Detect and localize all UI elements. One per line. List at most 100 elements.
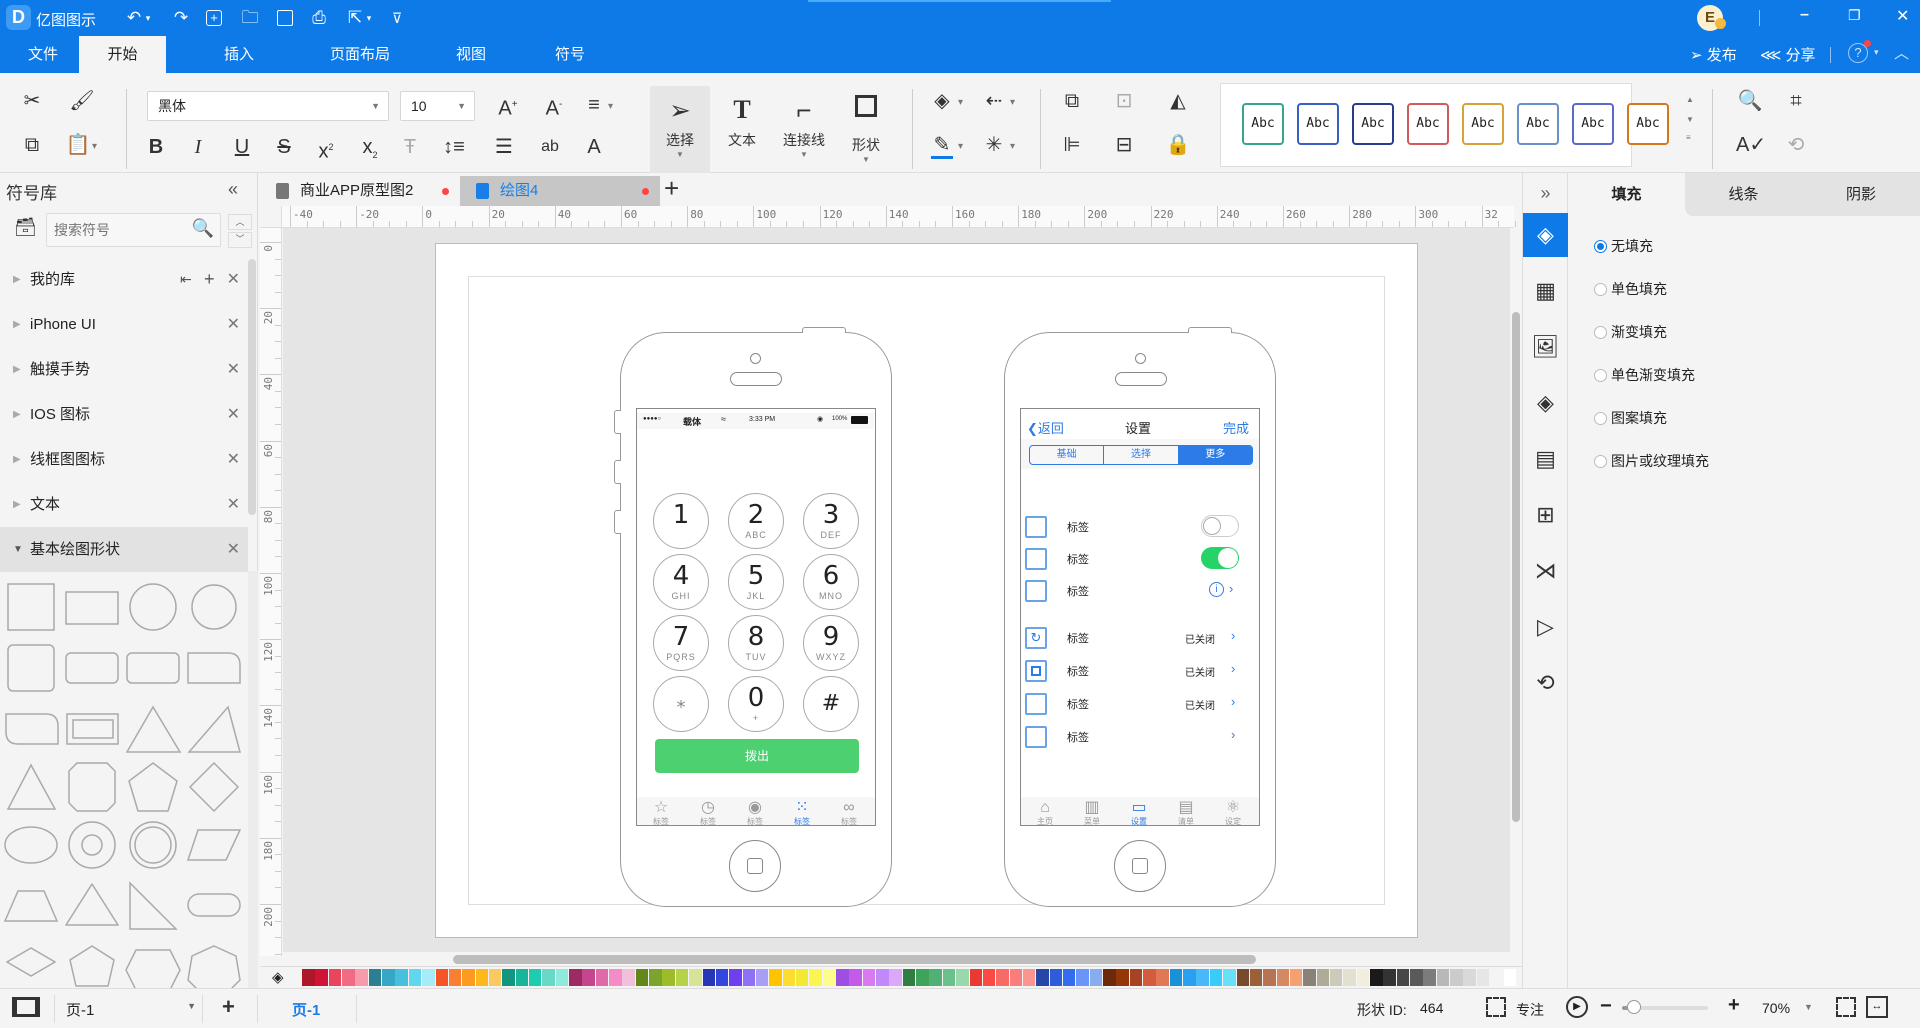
color-swatch[interactable] (1263, 969, 1276, 986)
color-swatch[interactable] (1049, 969, 1063, 986)
radio-button[interactable] (1594, 240, 1607, 253)
keypad-key[interactable]: * (653, 676, 709, 732)
color-swatch[interactable] (1329, 969, 1343, 986)
shape-tool[interactable]: 形状 ▼ (836, 86, 896, 176)
close-library-icon[interactable]: ✕ (227, 392, 240, 437)
collapse-ribbon-icon[interactable]: ︿ (1894, 42, 1909, 63)
color-swatch[interactable] (1143, 969, 1156, 986)
align-icon[interactable]: ≡ (580, 91, 608, 119)
text-case-icon[interactable]: ab (536, 133, 564, 161)
toggle-on[interactable] (1201, 547, 1239, 569)
color-swatch[interactable] (569, 969, 582, 986)
checkbox-icon[interactable] (1025, 726, 1047, 748)
flip-icon[interactable]: ◭ (1164, 87, 1192, 115)
library-menu-icon[interactable]: 🗃 (14, 217, 37, 238)
tab-fill[interactable]: 填充 (1568, 173, 1685, 216)
increase-font-icon[interactable]: A+ (494, 91, 522, 120)
fill-option[interactable]: 渐变填充 (1594, 322, 1667, 342)
effects-icon[interactable]: ✳ (980, 131, 1008, 159)
align-dropdown-icon[interactable]: ▾ (608, 101, 613, 112)
color-swatch[interactable] (702, 969, 715, 986)
shape-thumbnail[interactable] (3, 890, 59, 922)
toggle-off[interactable] (1201, 515, 1239, 537)
phone-tab-item[interactable]: ⁙ 标签 (782, 799, 822, 825)
font-size-select[interactable]: 10 ▼ (400, 91, 475, 121)
color-swatch[interactable] (622, 969, 635, 986)
shape-thumbnail[interactable] (68, 821, 116, 869)
color-swatch[interactable] (462, 969, 475, 986)
color-swatch[interactable] (1303, 969, 1316, 986)
fill-dropdown-icon[interactable]: ▾ (958, 97, 963, 108)
print-icon[interactable]: ⎙ (308, 7, 330, 29)
shape-thumbnail[interactable] (129, 583, 177, 631)
shape-thumbnail[interactable] (129, 821, 177, 869)
color-swatch[interactable] (1383, 969, 1396, 986)
shape-thumbnail[interactable] (126, 652, 180, 684)
color-swatch[interactable] (528, 969, 542, 986)
style-swatch[interactable]: Abc (1517, 103, 1559, 145)
color-swatch[interactable] (1156, 969, 1169, 986)
tab-line[interactable]: 线条 (1685, 173, 1802, 216)
shape-thumbnail[interactable] (125, 705, 182, 753)
cut-icon[interactable]: ✂ (18, 87, 46, 115)
scroll-up-button[interactable]: ︿ (228, 214, 252, 230)
shape-thumbnail[interactable] (186, 829, 242, 861)
add-page-button[interactable]: + (222, 994, 235, 1020)
copy-icon[interactable]: ⧉ (18, 131, 46, 159)
color-swatch[interactable] (1343, 969, 1356, 986)
menu-tab-file[interactable]: 文件 (0, 36, 86, 73)
tab-shadow[interactable]: 阴影 (1802, 173, 1920, 216)
phone-tab-item[interactable]: ▥ 菜单 (1072, 799, 1112, 825)
paste-icon[interactable]: 📋 (64, 131, 92, 159)
color-swatch[interactable] (902, 969, 916, 986)
style-swatch[interactable]: Abc (1627, 103, 1669, 145)
color-swatch[interactable] (395, 969, 408, 986)
color-swatch[interactable] (1062, 969, 1076, 986)
zoom-slider-handle[interactable] (1627, 1000, 1642, 1014)
color-swatch[interactable] (876, 969, 889, 986)
text-style-icon[interactable]: Ŧ (396, 133, 424, 161)
fullscreen-icon[interactable] (1836, 997, 1856, 1017)
color-swatch[interactable] (1436, 969, 1450, 986)
font-color-icon[interactable]: A (580, 133, 608, 161)
page-view-icon[interactable] (12, 997, 40, 1017)
open-folder-icon[interactable]: 🗀 (239, 7, 261, 29)
mindmap-panel-icon[interactable]: ⋊ (1523, 549, 1568, 593)
align-left-icon[interactable]: ⊫ (1058, 131, 1086, 159)
color-swatch[interactable] (1036, 969, 1049, 986)
color-swatch[interactable] (422, 969, 435, 986)
fill-option[interactable]: 图片或纹理填充 (1594, 451, 1709, 471)
menu-tab-view[interactable]: 视图 (428, 36, 514, 73)
keypad-key[interactable]: 8 TUV (728, 615, 784, 671)
doc-tab[interactable]: 商业APP原型图2 (260, 176, 460, 206)
page-tab[interactable]: 页-1 (292, 999, 320, 1020)
color-swatch[interactable] (342, 969, 355, 986)
color-swatch[interactable] (1022, 969, 1036, 986)
keypad-key[interactable]: 3 DEF (803, 493, 859, 549)
search-icon[interactable]: 🔍 (192, 218, 214, 239)
zoom-dropdown-icon[interactable]: ▼ (1804, 1002, 1813, 1012)
color-swatch[interactable] (1450, 969, 1463, 986)
settings-row[interactable]: 标签 i › (1021, 577, 1259, 603)
export-icon[interactable]: ⇱ (344, 7, 366, 29)
phone-tab-item[interactable]: ◉ 标签 (735, 799, 775, 825)
customize-quick-access-icon[interactable]: ⊽ (386, 7, 408, 29)
shape-thumbnail[interactable] (187, 652, 241, 684)
color-swatch[interactable] (822, 969, 836, 986)
shape-thumbnail[interactable] (188, 761, 240, 813)
radio-button[interactable] (1594, 455, 1607, 468)
search-input[interactable] (47, 214, 187, 246)
superscript-icon[interactable]: x2 (312, 133, 340, 163)
color-swatch[interactable] (1129, 969, 1143, 986)
color-swatch[interactable] (582, 969, 595, 986)
format-painter-icon[interactable]: 🖌 (68, 87, 96, 115)
undo-icon[interactable]: ↶ (123, 7, 145, 29)
line-color-dropdown-icon[interactable]: ▾ (958, 141, 963, 152)
color-swatch[interactable] (755, 969, 769, 986)
settings-row[interactable]: 标签 已关闭 › (1021, 690, 1259, 716)
restore-button[interactable]: ❐ (1848, 7, 1861, 24)
shape-thumbnail[interactable] (66, 713, 119, 745)
refresh-icon[interactable]: ↻ (1025, 627, 1047, 649)
find-replace-icon[interactable]: 🔍 (1736, 87, 1764, 115)
focus-mode-label[interactable]: 专注 (1516, 1000, 1544, 1020)
